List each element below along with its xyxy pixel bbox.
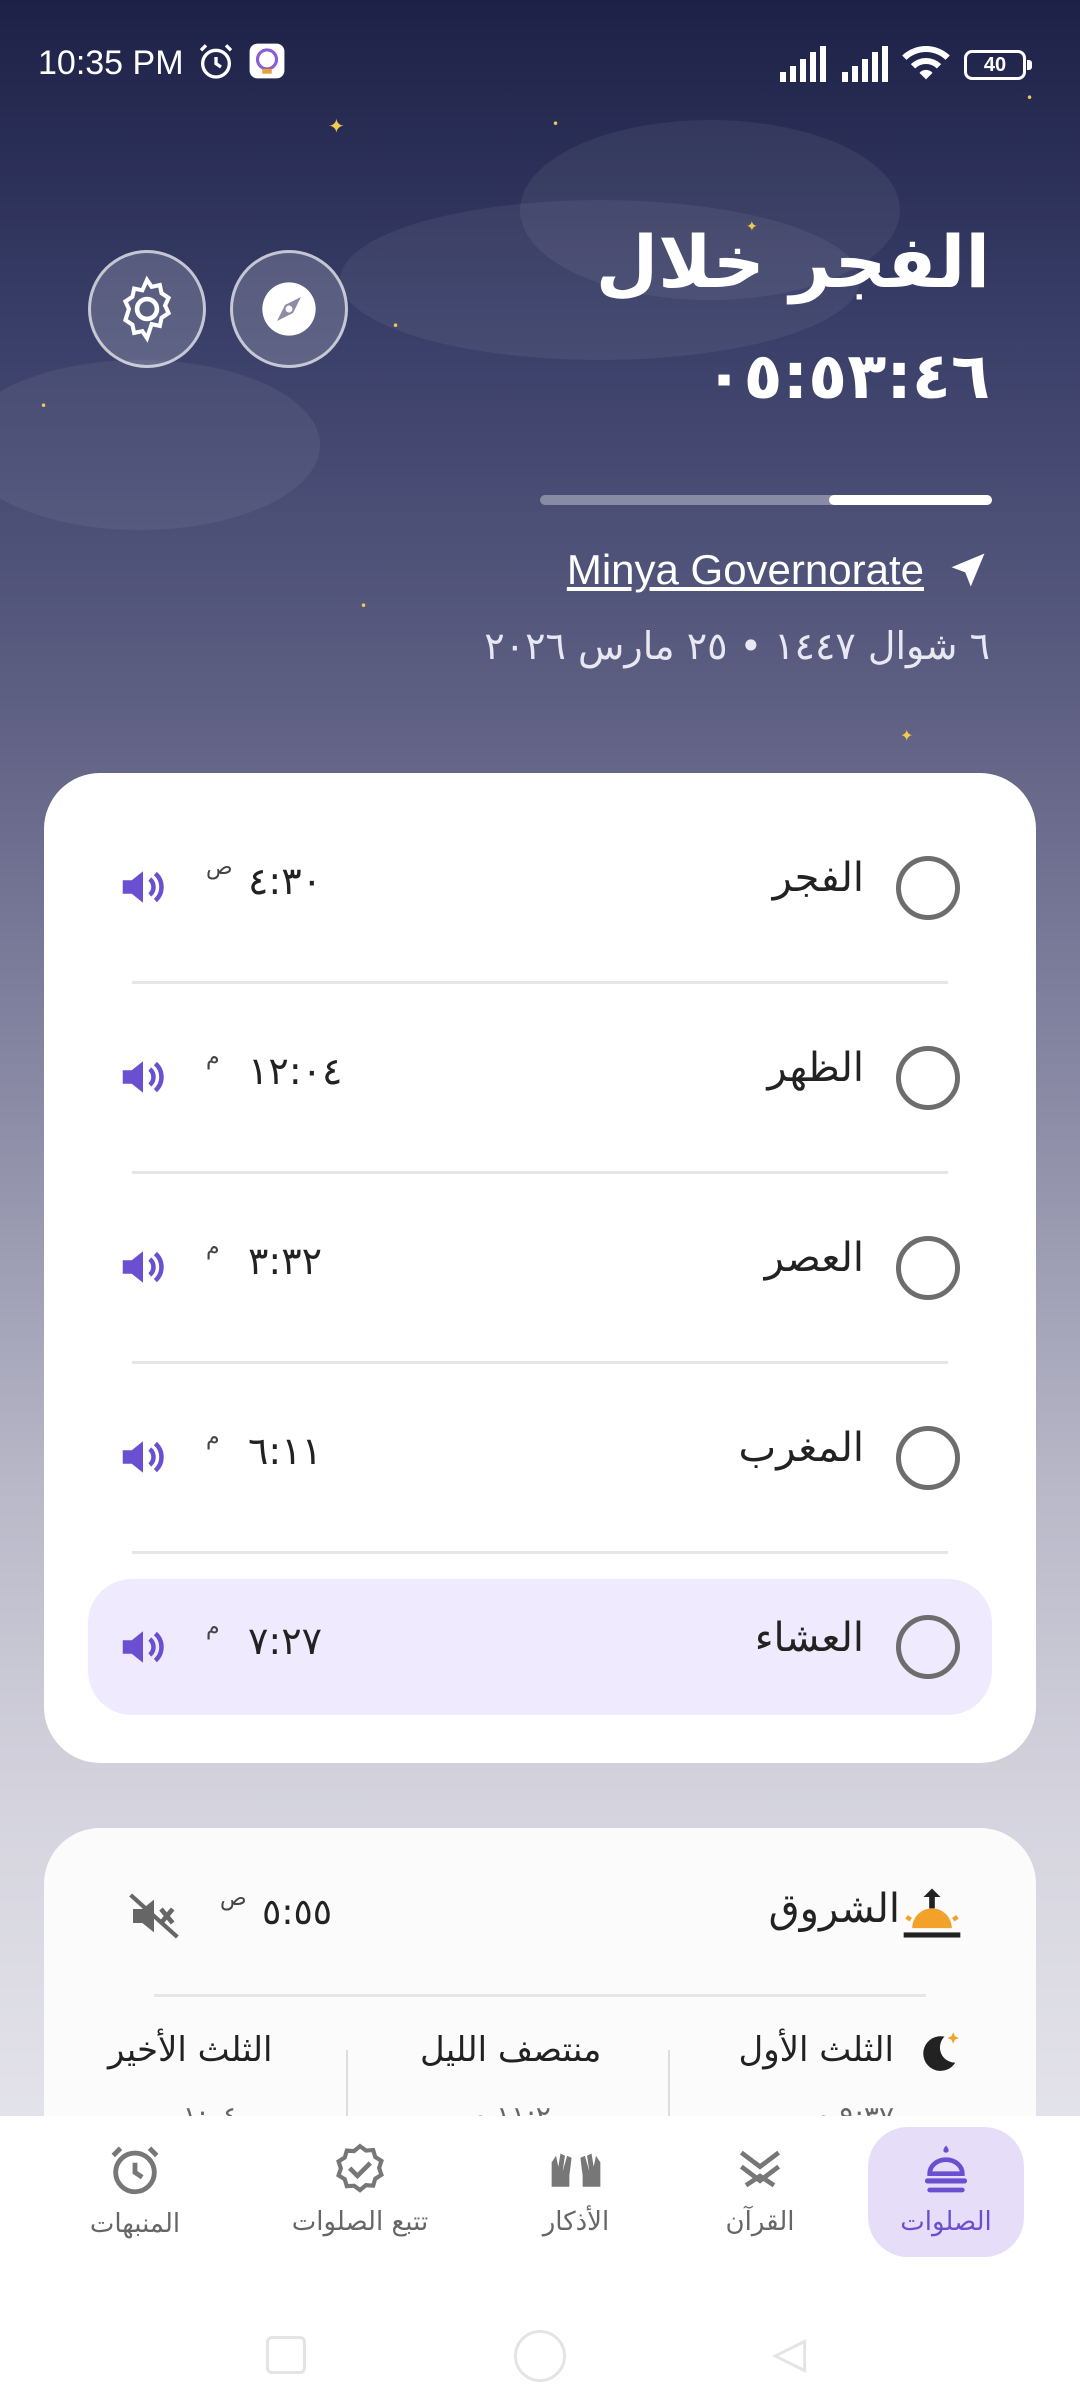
- prayer-row-maghrib[interactable]: المغرب ٦:١١ م: [88, 1381, 992, 1531]
- praying-hands-icon: [551, 2153, 601, 2187]
- speaker-icon[interactable]: [116, 1240, 170, 1294]
- prayer-ampm: م: [206, 1045, 220, 1070]
- mosque-icon: [925, 2145, 967, 2193]
- prayer-ampm: م: [206, 1615, 220, 1640]
- column-divider: [668, 2050, 670, 2120]
- signal-icon: [780, 46, 826, 82]
- row-divider: [132, 1361, 948, 1364]
- qibla-compass-button[interactable]: [230, 250, 348, 368]
- nav-label: المنبهات: [89, 2209, 181, 2239]
- next-prayer-progress: [540, 495, 992, 505]
- sunrise-ampm: ص: [220, 1886, 247, 1911]
- prayer-ampm: ص: [206, 855, 233, 880]
- background-cloud: [0, 360, 320, 530]
- prayer-name: العصر: [764, 1235, 864, 1281]
- speaker-icon[interactable]: [116, 860, 170, 914]
- app-notification-icon: [249, 43, 285, 79]
- speaker-muted-icon[interactable]: [126, 1888, 182, 1944]
- back-icon[interactable]: [768, 2334, 812, 2378]
- quran-icon: [739, 2150, 781, 2188]
- prayer-row-fajr[interactable]: الفجر ٤:٣٠ ص: [88, 811, 992, 961]
- prayer-name: المغرب: [738, 1425, 864, 1471]
- last-third-label: الثلث الأخير: [108, 2030, 273, 2070]
- status-bar: 10:35 PM 40: [0, 0, 1080, 130]
- prayer-row-asr[interactable]: العصر ٣:٣٢ م: [88, 1191, 992, 1341]
- status-time: 10:35 PM: [38, 44, 184, 82]
- location-name[interactable]: Minya Governorate: [567, 546, 924, 594]
- speaker-icon[interactable]: [116, 1050, 170, 1104]
- alarm-icon: [199, 44, 233, 79]
- prayer-ampm: م: [206, 1235, 220, 1260]
- prayer-times-card: الفجر ٤:٣٠ ص الظهر ١٢:٠٤ م العصر ٣:٣٢ م …: [44, 773, 1036, 1763]
- nav-alarms[interactable]: المنبهات: [80, 2127, 190, 2257]
- prayer-name: العشاء: [754, 1615, 864, 1661]
- hijri-gregorian-date: ٦ شوال ١٤٤٧ • ٢٥ مارس ٢٠٢٦: [484, 624, 990, 668]
- signal-icon: [842, 46, 888, 82]
- progress-fill: [829, 495, 992, 505]
- prayer-row-isha[interactable]: العشاء ٧:٢٧ م: [88, 1579, 992, 1715]
- settings-button[interactable]: [88, 250, 206, 368]
- sunrise-time: ٥:٥٥: [262, 1892, 333, 1933]
- nav-prayers[interactable]: الصلوات: [868, 2127, 1024, 2257]
- prayer-check-circle[interactable]: [896, 1615, 960, 1679]
- prayer-time: ٧:٢٧: [248, 1619, 323, 1663]
- sunrise-name: الشروق: [768, 1886, 900, 1932]
- system-navigation-bar: [0, 2306, 1080, 2400]
- prayer-ampm: م: [206, 1425, 220, 1450]
- star-icon: •: [40, 399, 48, 413]
- prayer-check-circle[interactable]: [896, 1046, 960, 1110]
- recent-apps-button[interactable]: [266, 2336, 306, 2374]
- speaker-icon[interactable]: [116, 1430, 170, 1484]
- prayer-name: الفجر: [772, 855, 864, 901]
- column-divider: [346, 2050, 348, 2120]
- location-link[interactable]: Minya Governorate: [567, 546, 990, 594]
- row-divider: [132, 981, 948, 984]
- prayer-check-circle[interactable]: [896, 1236, 960, 1300]
- star-icon: •: [360, 599, 368, 613]
- badge-check-icon: [336, 2143, 384, 2193]
- first-third-label: الثلث الأول: [738, 2030, 894, 2070]
- prayer-time: ٤:٣٠: [248, 859, 323, 903]
- alarm-clock-icon: [111, 2146, 159, 2195]
- midnight-label: منتصف الليل: [420, 2030, 602, 2070]
- row-divider: [132, 1551, 948, 1554]
- prayer-check-circle[interactable]: [896, 856, 960, 920]
- prayer-time: ٦:١١: [248, 1429, 323, 1473]
- prayer-row-dhuhr[interactable]: الظهر ١٢:٠٤ م: [88, 1001, 992, 1151]
- battery-indicator: 40: [964, 50, 1032, 80]
- star-icon: ✦: [900, 726, 914, 745]
- prayer-time: ١٢:٠٤: [248, 1049, 343, 1093]
- gear-icon: [122, 275, 172, 343]
- star-icon: •: [392, 319, 400, 333]
- nav-label: تتبع الصلوات: [291, 2207, 429, 2237]
- next-prayer-title: الفجر خلال: [595, 220, 990, 304]
- nav-prayer-tracker[interactable]: تتبع الصلوات: [280, 2127, 440, 2257]
- nav-label: القرآن: [725, 2207, 795, 2237]
- prayer-time: ٣:٣٢: [248, 1239, 323, 1283]
- sunrise-icon: [903, 1888, 961, 1938]
- nav-label: الأذكار: [542, 2207, 610, 2237]
- nav-label: الصلوات: [900, 2207, 992, 2237]
- moon-icon: [923, 2032, 959, 2071]
- prayer-name: الظهر: [767, 1045, 864, 1091]
- nav-azkar[interactable]: الأذكار: [512, 2127, 640, 2257]
- location-arrow-icon: [951, 553, 985, 587]
- home-button[interactable]: [514, 2330, 566, 2382]
- row-divider: [132, 1171, 948, 1174]
- prayer-check-circle[interactable]: [896, 1426, 960, 1490]
- compass-icon: [262, 282, 316, 336]
- nav-quran[interactable]: القرآن: [700, 2127, 820, 2257]
- speaker-icon[interactable]: [116, 1620, 170, 1674]
- next-prayer-countdown: ٠٥:٥٣:٤٦: [704, 340, 990, 414]
- row-divider: [154, 1994, 926, 1997]
- wifi-icon: [902, 46, 950, 80]
